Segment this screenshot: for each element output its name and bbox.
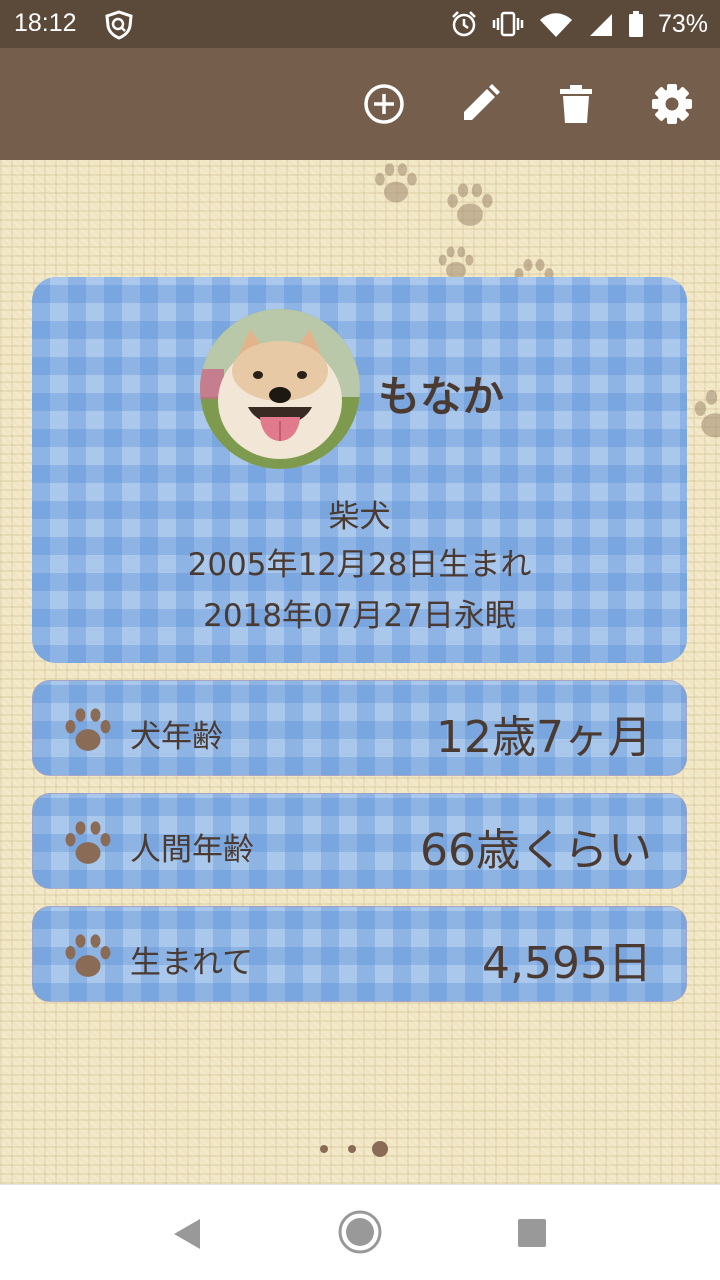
pet-name: もなか xyxy=(378,372,505,421)
paw-icon xyxy=(65,934,111,977)
battery-icon xyxy=(628,11,643,37)
wifi-icon xyxy=(539,13,572,37)
paw-print-icon xyxy=(694,389,720,438)
page-dot-2[interactable] xyxy=(348,1145,356,1153)
home-icon[interactable] xyxy=(337,1209,383,1255)
alarm-icon xyxy=(452,11,476,37)
stat-days-since-birth: 生まれて 4,595日 xyxy=(32,906,687,1002)
pet-breed: 柴犬 xyxy=(328,499,391,535)
recents-icon[interactable] xyxy=(517,1218,547,1248)
add-circle-icon xyxy=(364,84,404,124)
stat-label: 人間年齢 xyxy=(130,832,254,868)
pet-passed-date: 2018年07月27日永眠 xyxy=(203,598,516,634)
stat-dog-age: 犬年齢 12歳7ヶ月 xyxy=(32,680,687,776)
stat-label: 生まれて xyxy=(130,945,254,981)
shield-icon xyxy=(105,10,133,40)
paw-icon xyxy=(65,708,111,751)
status-time: 18:12 xyxy=(14,9,77,37)
signal-icon xyxy=(589,14,612,36)
settings-button[interactable] xyxy=(648,80,696,128)
status-bar: 18:12 73% xyxy=(0,0,720,48)
pet-birth-date: 2005年12月28日生まれ xyxy=(187,547,532,583)
app-toolbar xyxy=(0,48,720,160)
stat-label: 犬年齢 xyxy=(130,719,223,755)
battery-percent: 73% xyxy=(657,9,708,38)
delete-button[interactable] xyxy=(552,80,600,128)
shiba-photo xyxy=(200,309,360,469)
trash-icon xyxy=(560,85,592,123)
system-nav-bar xyxy=(0,1184,720,1280)
gear-icon xyxy=(652,84,692,124)
vibrate-icon xyxy=(492,11,524,37)
edit-button[interactable] xyxy=(456,80,504,128)
add-button[interactable] xyxy=(360,80,408,128)
paw-print-icon xyxy=(375,163,417,203)
edit-pencil-icon xyxy=(464,84,500,120)
stat-value: 4,595日 xyxy=(482,938,652,989)
stat-human-age: 人間年齢 66歳くらい xyxy=(32,793,687,889)
page-dot-1[interactable] xyxy=(320,1145,328,1153)
back-icon[interactable] xyxy=(172,1217,202,1251)
stat-value: 66歳くらい xyxy=(420,825,652,876)
page-dot-3-active[interactable] xyxy=(372,1141,388,1157)
stat-value: 12歳7ヶ月 xyxy=(436,712,652,763)
paw-print-icon xyxy=(447,183,493,226)
paw-icon xyxy=(65,821,111,864)
pet-avatar xyxy=(200,309,360,469)
profile-card: もなか 柴犬 2005年12月28日生まれ 2018年07月27日永眠 xyxy=(32,277,687,663)
